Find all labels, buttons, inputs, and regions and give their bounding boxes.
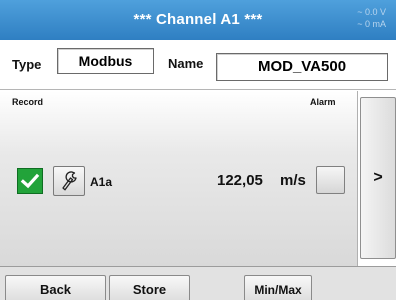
alarm-button[interactable]	[316, 166, 345, 194]
alarm-label: Alarm	[310, 97, 336, 107]
voltage-reading: ~ 0.0 V	[357, 7, 386, 17]
next-page-button[interactable]: >	[360, 97, 396, 259]
type-label: Type	[12, 57, 42, 72]
back-button[interactable]: Back	[5, 275, 106, 300]
minmax-button[interactable]: Min/Max	[244, 275, 312, 300]
wrench-icon	[62, 171, 77, 191]
checkmark-icon	[20, 173, 40, 189]
channel-id: A1a	[90, 175, 113, 189]
current-reading: ~ 0 mA	[357, 19, 386, 29]
store-button[interactable]: Store	[109, 275, 190, 300]
config-row: Type Modbus Name MOD_VA500	[0, 40, 396, 90]
name-label: Name	[168, 56, 204, 71]
record-checkbox[interactable]	[17, 168, 43, 194]
button-bar: Back Store Min/Max	[0, 266, 396, 300]
title-bar: *** Channel A1 *** ~ 0.0 V ~ 0 mA	[0, 0, 396, 40]
signal-readings: ~ 0.0 V ~ 0 mA	[336, 6, 386, 30]
measured-unit: m/s	[280, 172, 306, 189]
type-field[interactable]: Modbus	[57, 48, 154, 74]
record-label: Record	[12, 97, 44, 107]
name-field[interactable]: MOD_VA500	[216, 53, 388, 81]
channel-settings-button[interactable]	[53, 166, 85, 196]
measured-value: 122,05	[217, 172, 263, 189]
